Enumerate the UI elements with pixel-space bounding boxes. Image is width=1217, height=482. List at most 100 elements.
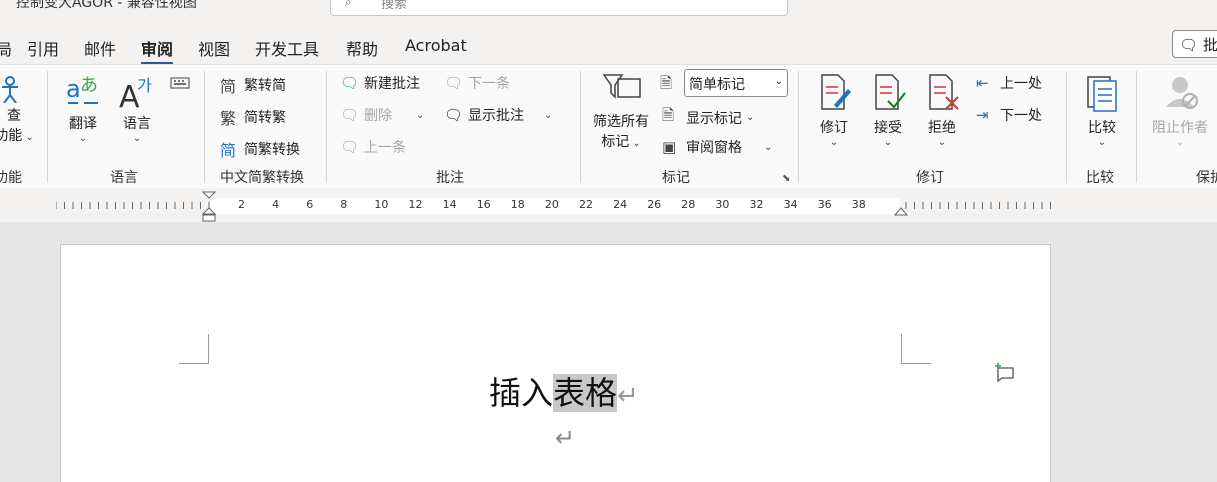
group-label-chinese: 中文简繁转换 bbox=[220, 170, 304, 186]
group-separator bbox=[580, 71, 581, 183]
track-changes-button[interactable]: 修订 ⌄ bbox=[812, 73, 856, 148]
indent-marker-icon[interactable] bbox=[200, 190, 218, 222]
language-button[interactable]: A 가 语言 ⌄ bbox=[114, 73, 160, 144]
dialog-launcher-icon[interactable]: ⬊ bbox=[782, 173, 790, 184]
show-markup-label: 显示标记 bbox=[686, 110, 742, 127]
language-icon: A 가 bbox=[119, 76, 152, 115]
accessibility-label-1: 查 bbox=[7, 108, 21, 124]
next-comment-label: 下一条 bbox=[468, 76, 510, 92]
document-text-line[interactable]: 插入表格↵ bbox=[489, 368, 639, 414]
show-markup-button[interactable]: 🗎 显示标记 ⌄ bbox=[662, 105, 754, 130]
ruler-number: 16 bbox=[476, 198, 491, 211]
next-change-label: 下一处 bbox=[1000, 108, 1042, 124]
delete-comment-icon: 🗨 bbox=[340, 106, 360, 124]
accessibility-label-2: 功能 bbox=[0, 128, 23, 144]
chevron-down-icon: ⌄ bbox=[937, 137, 947, 148]
previous-change-icon: ⇤ bbox=[976, 74, 989, 92]
translate-icon: a あ bbox=[66, 75, 98, 104]
chevron-down-icon: ⌄ bbox=[544, 109, 553, 121]
translate-button[interactable]: a あ 翻译 ⌄ bbox=[60, 73, 106, 144]
compare-icon bbox=[1087, 76, 1117, 112]
svg-text:a: a bbox=[66, 75, 81, 103]
right-indent-marker-icon[interactable] bbox=[893, 204, 909, 216]
new-comment-margin-icon[interactable] bbox=[994, 362, 1016, 382]
convert-button[interactable]: 简 简繁转换 bbox=[220, 137, 300, 161]
next-change-button[interactable]: ⇥ 下一处 bbox=[976, 105, 1042, 125]
comments-button[interactable]: 🗨 批注 bbox=[1172, 30, 1217, 58]
block-authors-button[interactable]: 阻止作者 ⌄ bbox=[1148, 73, 1212, 148]
delete-label: 删除 bbox=[364, 108, 392, 124]
chevron-down-icon: ⌄ bbox=[78, 133, 88, 144]
search-box[interactable]: ⌕ 搜索 bbox=[330, 0, 788, 16]
ruler-number: 34 bbox=[783, 198, 798, 211]
show-comments-icon: 🗨 bbox=[444, 106, 464, 124]
keyboard-button[interactable] bbox=[170, 77, 190, 89]
tab-acrobat[interactable]: Acrobat bbox=[405, 36, 467, 55]
ruler-number: 28 bbox=[681, 198, 696, 211]
prev-comment-label: 上一条 bbox=[364, 140, 406, 156]
ruler-number: 36 bbox=[817, 198, 832, 211]
ribbon-tabs: 局 引用 邮件 审阅 视图 开发工具 帮助 Acrobat bbox=[0, 30, 1217, 65]
prev-comment-button[interactable]: 🗨 上一条 bbox=[340, 137, 406, 157]
horizontal-ruler[interactable]: 2 4 6 8 10 12 14 16 18 20 22 24 26 28 30 32 34 36 38 bbox=[0, 190, 1217, 222]
chevron-down-icon: ⌄ bbox=[829, 137, 839, 148]
markup-mode-value: 简单标记 bbox=[689, 77, 745, 93]
ruler-number: 18 bbox=[510, 198, 525, 211]
delete-comment-button[interactable]: 🗨 删除 ⌄ bbox=[340, 105, 424, 125]
tab-references[interactable]: 引用 bbox=[27, 36, 59, 60]
group-separator bbox=[204, 71, 205, 183]
group-label-tracking: 修订 bbox=[916, 170, 944, 186]
reject-button[interactable]: 拒绝 ⌄ bbox=[920, 73, 964, 148]
check-accessibility-button[interactable]: 查 功能 ⌄ bbox=[0, 73, 36, 145]
block-authors-label: 阻止作者 bbox=[1152, 120, 1208, 136]
chevron-down-icon: ⌄ bbox=[416, 109, 425, 121]
group-separator bbox=[326, 71, 327, 183]
document-text-plain[interactable]: 插入 bbox=[489, 374, 553, 412]
convert-label: 简繁转换 bbox=[244, 142, 300, 158]
prev-comment-icon: 🗨 bbox=[340, 138, 360, 156]
block-authors-icon bbox=[1166, 77, 1198, 109]
group-label-compare: 比较 bbox=[1086, 170, 1114, 186]
chevron-down-icon: ⌄ bbox=[629, 138, 641, 149]
chevron-down-icon: ⌄ bbox=[764, 141, 773, 153]
chevron-down-icon: ⌄ bbox=[883, 137, 893, 148]
comment-icon: 🗨 bbox=[1179, 36, 1199, 54]
show-comments-button[interactable]: 🗨 显示批注 ⌄ bbox=[444, 105, 552, 125]
compare-label: 比较 bbox=[1088, 120, 1116, 136]
next-comment-button[interactable]: 🗨 下一条 bbox=[444, 73, 510, 93]
group-separator bbox=[47, 71, 48, 183]
markup-mode-icon-wrap: 🗎 bbox=[660, 73, 672, 98]
ruler-number: 8 bbox=[340, 198, 348, 211]
tab-developer[interactable]: 开发工具 bbox=[255, 36, 319, 60]
trad-to-simp-button[interactable]: 简 繁转简 bbox=[220, 73, 286, 97]
group-separator bbox=[1136, 71, 1137, 183]
crop-mark-right bbox=[901, 334, 931, 364]
markup-mode-dropdown[interactable]: 简单标记 ⌄ bbox=[684, 69, 788, 97]
tab-layout[interactable]: 局 bbox=[0, 36, 12, 60]
new-comment-icon: 🗨 bbox=[340, 74, 360, 92]
new-comment-button[interactable]: 🗨 新建批注 bbox=[340, 73, 420, 93]
filter-markup-label-1: 筛选所有 bbox=[593, 114, 649, 130]
translate-label: 翻译 bbox=[69, 116, 97, 132]
simp-to-trad-icon: 繁 bbox=[220, 109, 237, 128]
simp-to-trad-button[interactable]: 繁 简转繁 bbox=[220, 105, 286, 129]
filter-markup-button[interactable]: 筛选所有 标记 ⌄ bbox=[588, 71, 654, 151]
tab-view[interactable]: 视图 bbox=[198, 36, 230, 60]
simp-to-trad-label: 简转繁 bbox=[244, 110, 286, 126]
keyboard-icon bbox=[170, 77, 190, 89]
review-pane-icon: ▣ bbox=[662, 138, 677, 156]
group-label-protect: 保护 bbox=[1196, 170, 1217, 186]
reject-label: 拒绝 bbox=[928, 120, 956, 136]
accessibility-icon bbox=[2, 76, 18, 104]
review-pane-button[interactable]: ▣ 审阅窗格 ⌄ bbox=[662, 137, 772, 157]
compare-button[interactable]: 比较 ⌄ bbox=[1080, 73, 1124, 148]
tab-review[interactable]: 审阅 bbox=[141, 36, 174, 65]
document-text-selected[interactable]: 表格 bbox=[553, 374, 618, 412]
accept-icon bbox=[875, 74, 906, 110]
tab-help[interactable]: 帮助 bbox=[346, 36, 378, 60]
next-comment-icon: 🗨 bbox=[444, 74, 464, 92]
previous-change-button[interactable]: ⇤ 上一处 bbox=[976, 73, 1042, 93]
tab-mailings[interactable]: 邮件 bbox=[84, 36, 116, 60]
ruler-number: 12 bbox=[408, 198, 423, 211]
accept-button[interactable]: 接受 ⌄ bbox=[866, 73, 910, 148]
